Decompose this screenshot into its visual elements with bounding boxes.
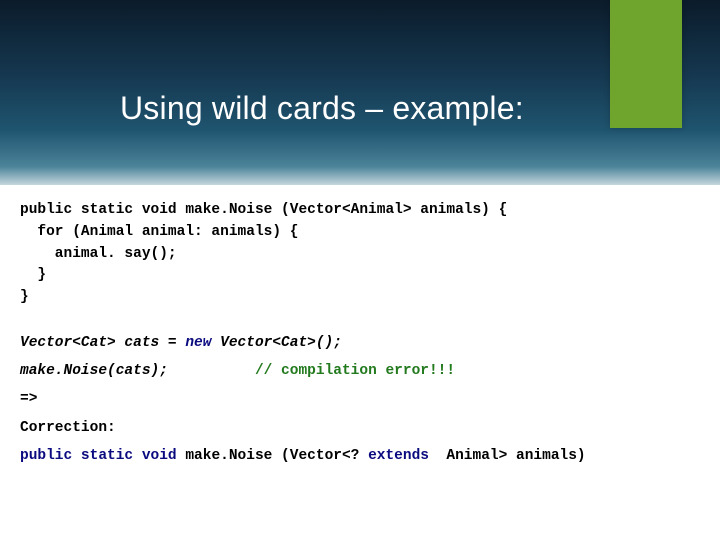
keyword-extends: extends	[368, 448, 438, 464]
accent-tab	[610, 0, 682, 128]
code-block-1: public static void make.Noise (Vector<An…	[20, 200, 700, 309]
code-text: Vector<Cat>();	[211, 335, 342, 351]
pad	[168, 363, 255, 379]
code-text: Animal> animals)	[438, 448, 586, 464]
slide: Using wild cards – example: public stati…	[0, 0, 720, 540]
code-line-vector-cat: Vector<Cat> cats = new Vector<Cat>();	[20, 329, 700, 357]
keyword-new: new	[185, 335, 211, 351]
correction-label: Correction:	[20, 414, 700, 442]
code-line-correction: public static void make.Noise (Vector<? …	[20, 442, 700, 470]
code-call: make.Noise(cats);	[20, 363, 168, 379]
slide-title: Using wild cards – example:	[120, 90, 524, 127]
slide-content: public static void make.Noise (Vector<An…	[20, 200, 700, 470]
keywords: public static void	[20, 448, 177, 464]
spacer	[20, 315, 700, 329]
code-line-call-error: make.Noise(cats); // compilation error!!…	[20, 357, 700, 385]
code-text: make.Noise (Vector<?	[177, 448, 368, 464]
code-text: Vector<Cat> cats =	[20, 335, 185, 351]
comment: // compilation error!!!	[255, 363, 455, 379]
arrow-line: =>	[20, 385, 700, 413]
